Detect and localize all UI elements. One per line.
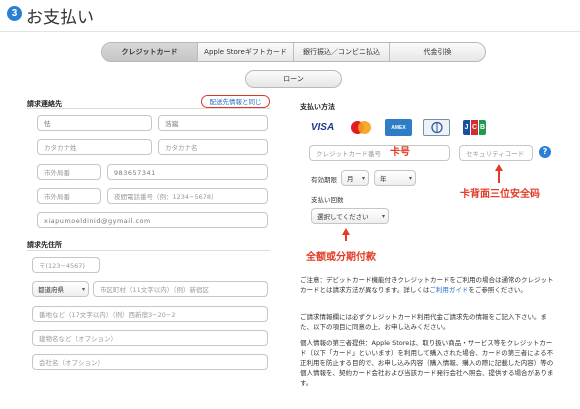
area-code-input[interactable]: 市外局番 xyxy=(37,164,101,180)
payment-method-tabs: クレジットカード Apple Storeギフトカード 銀行振込／コンビニ払込 代… xyxy=(101,42,486,62)
security-code-input[interactable]: セキュリティコード xyxy=(459,145,533,161)
jcb-logo-icon: JCB xyxy=(461,119,488,136)
prefecture-select[interactable]: 都道府県 ▾ xyxy=(32,281,89,297)
first-name-input[interactable]: 浩蹴 xyxy=(158,115,268,131)
last-name-kana-input[interactable]: カタカナ姓 xyxy=(37,139,152,155)
page-title: お支払い xyxy=(26,8,94,28)
third-party-note: 個人情報の第三者提供：Apple Storeは、取り扱い商品・サービス等をクレジ… xyxy=(300,339,554,387)
tab-credit-card[interactable]: クレジットカード xyxy=(102,43,197,61)
card-logos: VISA AMEX JCB xyxy=(309,119,488,136)
card-number-annotation: 卡号 xyxy=(390,147,410,158)
select-arrow-icon: ▾ xyxy=(81,286,85,293)
header-divider xyxy=(0,31,580,32)
billing-address-divider xyxy=(27,250,270,251)
amex-logo-icon: AMEX xyxy=(385,119,412,136)
prefecture-select-value: 都道府県 xyxy=(38,286,64,294)
last-name-input[interactable]: 怯 xyxy=(37,115,152,131)
tab-loan[interactable]: ローン xyxy=(245,70,342,88)
phone-input[interactable]: 983657341 xyxy=(107,164,268,180)
tab-cash-on-delivery[interactable]: 代金引換 xyxy=(389,43,485,61)
expiry-year-value: 年 xyxy=(380,175,387,183)
tab-bank-transfer[interactable]: 銀行振込／コンビニ払込 xyxy=(293,43,389,61)
payment-method-heading: 支払い方法 xyxy=(300,103,335,111)
expiry-month-value: 月 xyxy=(347,175,354,183)
expiry-label: 有効期限 xyxy=(311,176,337,184)
company-input[interactable]: 会社名（オプション） xyxy=(32,354,268,370)
annotation-arrow-up xyxy=(495,164,503,183)
select-arrow-icon: ▾ xyxy=(361,175,365,182)
night-phone-input[interactable]: 夜間電話番号（例：1234−5678） xyxy=(107,188,268,204)
installments-value: 選択してください xyxy=(317,213,369,221)
billing-address-heading: 請求先住所 xyxy=(27,241,62,249)
card-number-input[interactable]: クレジットカード番号 xyxy=(309,145,450,161)
installments-label: 支払い回数 xyxy=(311,196,344,204)
tab-apple-gift-card[interactable]: Apple Storeギフトカード xyxy=(197,43,293,61)
installments-select[interactable]: 選択してください ▾ xyxy=(311,208,389,224)
postal-code-input[interactable]: 〒(123−4567) xyxy=(32,257,100,273)
security-code-annotation: 卡背面三位安全码 xyxy=(460,189,540,200)
billing-contact-divider xyxy=(27,108,270,109)
user-guide-link[interactable]: ご利用ガイド xyxy=(429,286,468,294)
annotation-arrow-up xyxy=(342,228,350,241)
billing-info-note: ご請求情報欄には必ずクレジットカード利用代金ご請求先の情報をご記入下さい。また、… xyxy=(300,313,547,331)
email-input[interactable]: xiapumoeldinid@gymail.com xyxy=(37,212,268,228)
select-arrow-icon: ▾ xyxy=(408,175,412,182)
street-input[interactable]: 番地など（17文字以内）（例）西新宿3−20−2 xyxy=(32,306,268,322)
security-code-help-icon[interactable]: ? xyxy=(539,146,551,158)
step-number-badge: 3 xyxy=(7,6,22,21)
first-name-kana-input[interactable]: カタカナ名 xyxy=(158,139,268,155)
night-area-code-input[interactable]: 市外局番 xyxy=(37,188,101,204)
expiry-year-select[interactable]: 年 ▾ xyxy=(374,170,416,186)
city-input[interactable]: 市区町村（11文字以内）（例）新宿区 xyxy=(93,281,268,297)
mastercard-logo-icon xyxy=(347,119,374,136)
expiry-month-select[interactable]: 月 ▾ xyxy=(341,170,369,186)
building-input[interactable]: 建物名など（オプション） xyxy=(32,330,268,346)
installments-annotation: 全额或分期付款 xyxy=(306,252,376,263)
visa-logo-icon: VISA xyxy=(310,122,335,133)
same-as-shipping-button[interactable]: 配送先情報と同じ xyxy=(201,95,270,108)
select-arrow-icon: ▾ xyxy=(381,213,385,220)
diners-club-logo-icon xyxy=(423,119,450,136)
debit-card-note: ご注意：デビットカード機能付きクレジットカードをご利用の場合は通常のクレジットカ… xyxy=(300,276,554,294)
